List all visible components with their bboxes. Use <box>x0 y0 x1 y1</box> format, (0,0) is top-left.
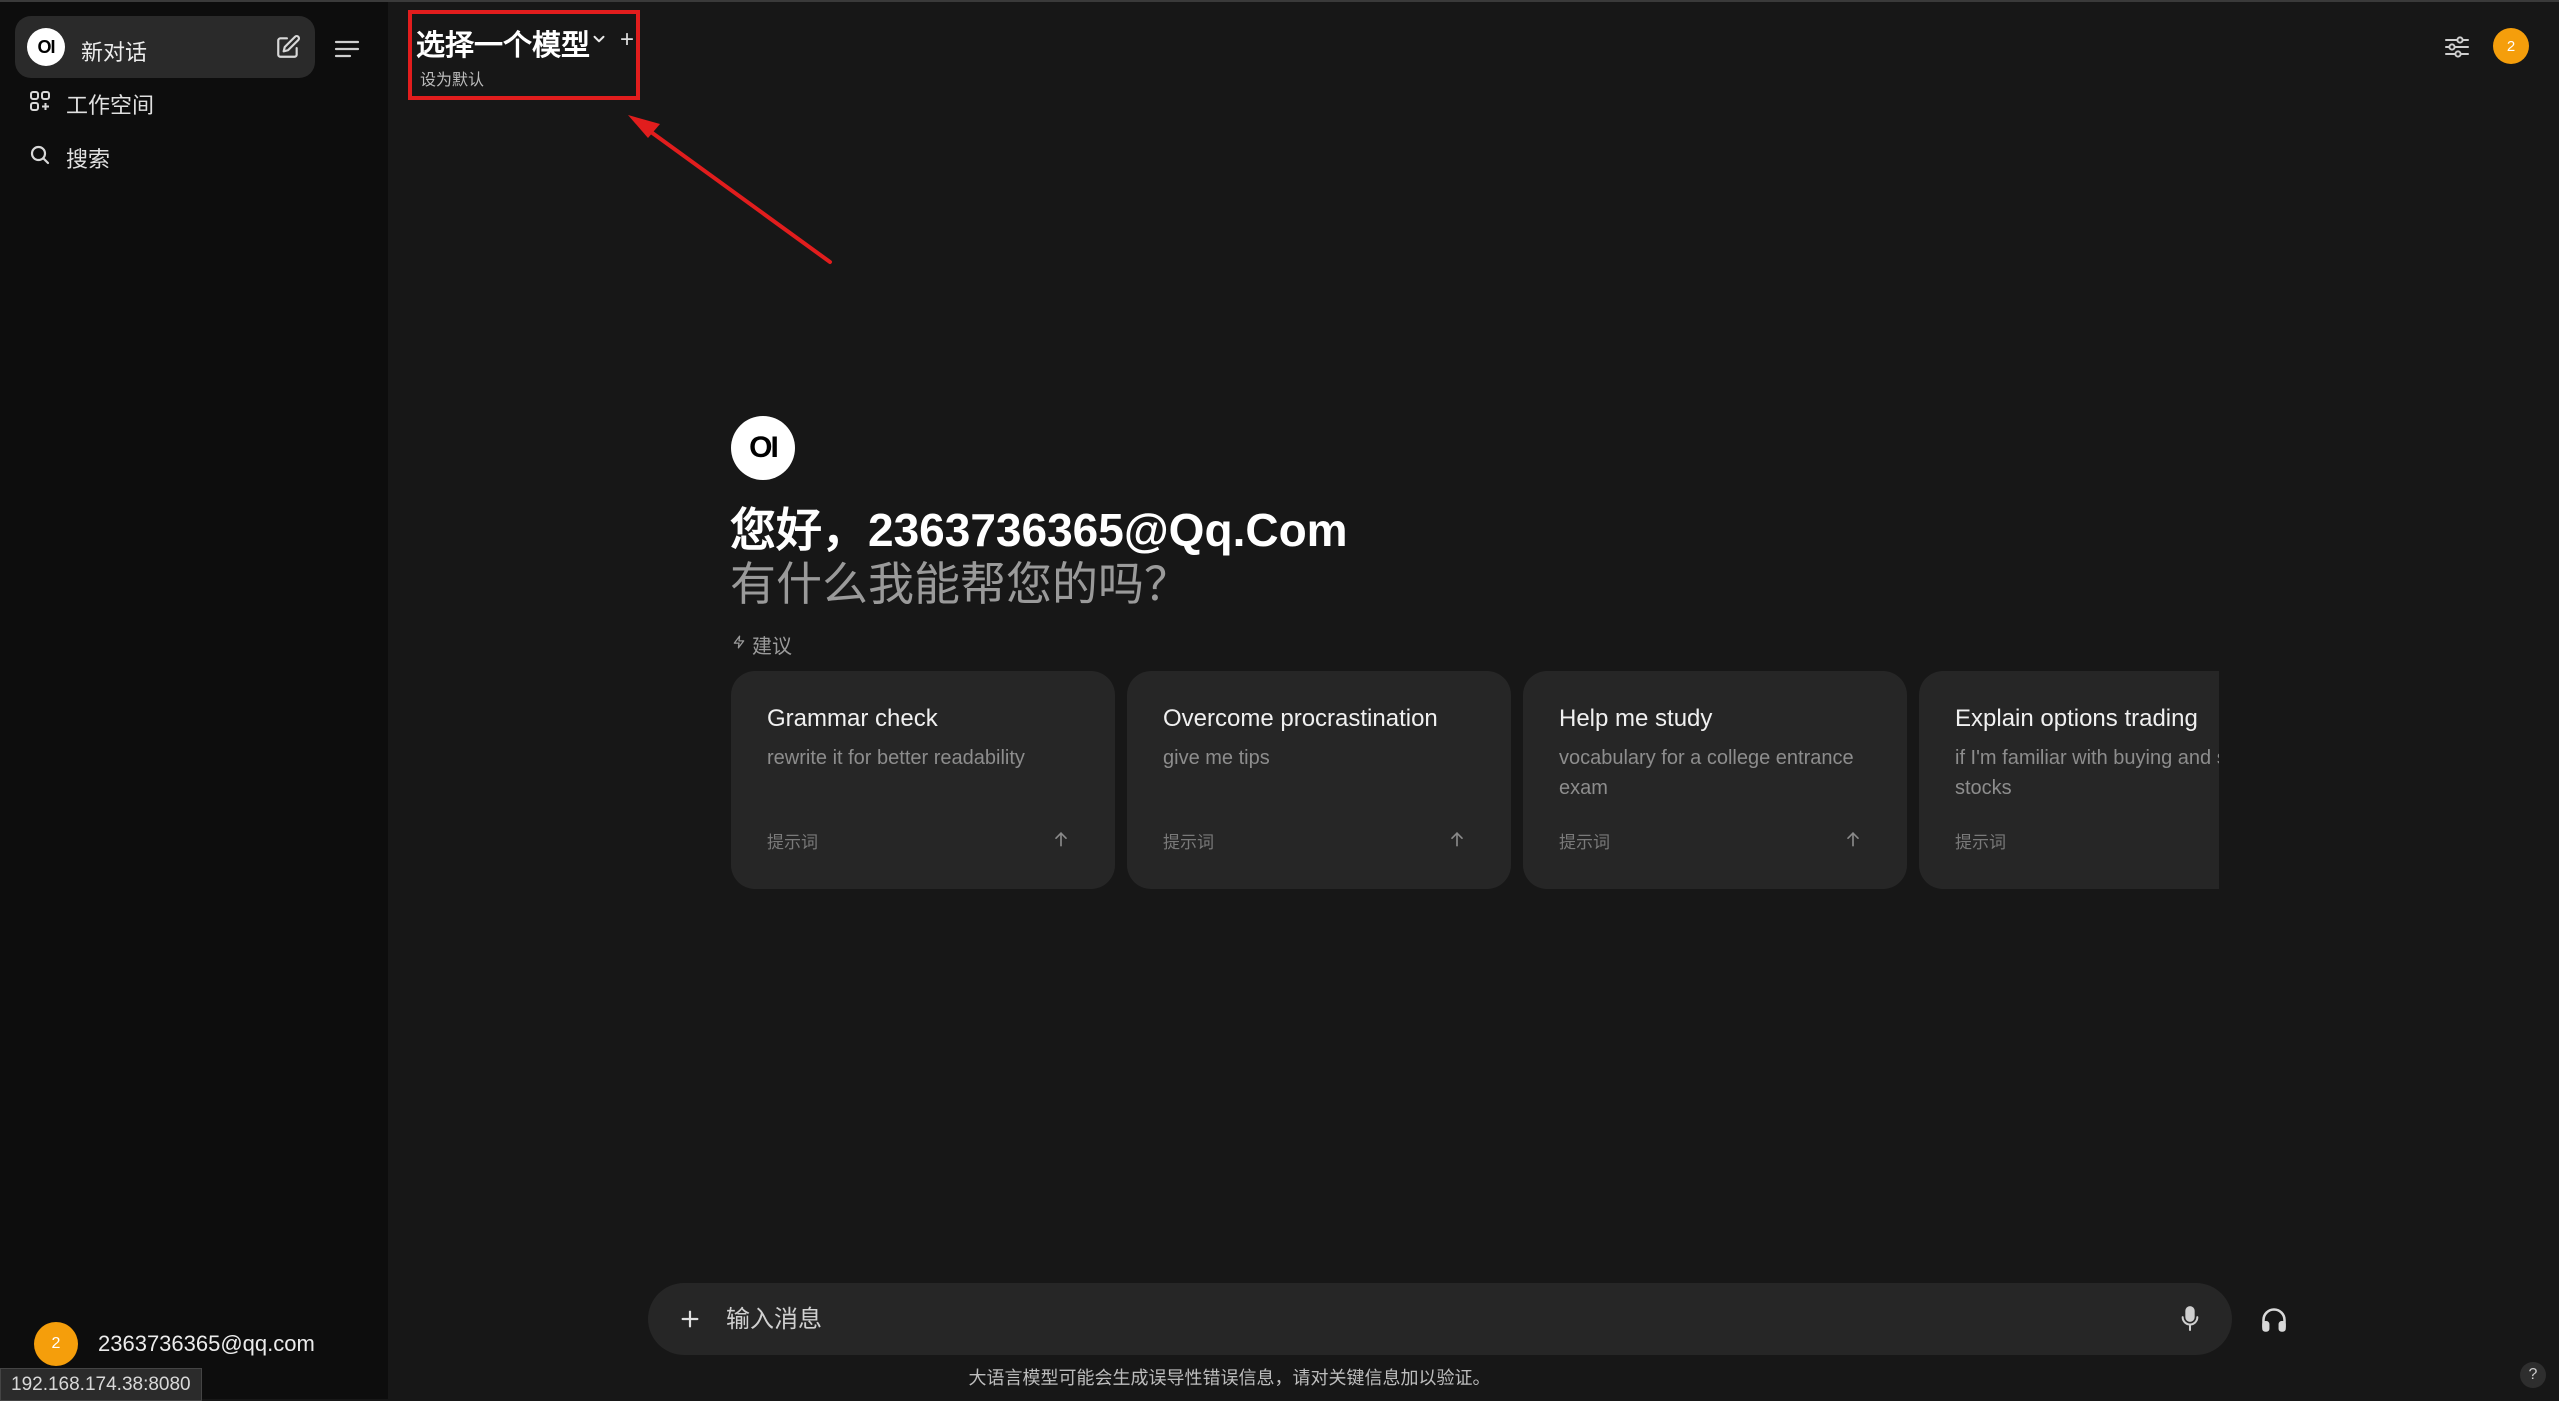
suggestion-title: Grammar check <box>767 705 938 732</box>
suggestion-card[interactable]: Overcome procrastination give me tips 提示… <box>1127 671 1511 889</box>
suggestion-card[interactable]: Help me study vocabulary for a college e… <box>1523 671 1907 889</box>
disclaimer-wrap: 大语言模型可能会生成误导性错误信息，请对关键信息加以验证。 <box>0 1364 2559 1390</box>
suggestion-subtitle: rewrite it for better readability <box>767 747 1025 769</box>
suggestion-tag: 提示词 <box>1955 833 2006 852</box>
suggestions-heading: 建议 <box>732 630 792 659</box>
sidebar-toggle-icon[interactable] <box>330 32 364 66</box>
greeting-subtitle: 有什么我能帮您的吗？ <box>730 558 1190 610</box>
app-logo: OI <box>27 28 65 66</box>
sidebar-item-label: 工作空间 <box>66 93 155 118</box>
search-icon <box>28 143 52 173</box>
suggestion-subtitle: if I'm familiar with buying and selling … <box>1955 747 2219 799</box>
headphones-icon[interactable] <box>2254 1300 2294 1340</box>
user-avatar-button[interactable]: 2 <box>2493 28 2529 64</box>
edit-icon[interactable] <box>273 32 303 62</box>
sidebar: OI 新对话 工作空间 搜索 2 2363736365@qq.com <box>0 2 388 1399</box>
model-selector[interactable]: 选择一个模型 <box>416 22 590 64</box>
chevron-down-icon[interactable] <box>590 30 608 53</box>
user-email: 2363736365@qq.com <box>98 1331 315 1356</box>
lightning-icon <box>732 633 746 656</box>
suggestion-card[interactable]: Grammar check rewrite it for better read… <box>731 671 1115 889</box>
message-composer <box>648 1283 2232 1355</box>
disclaimer-text: 大语言模型可能会生成误导性错误信息，请对关键信息加以验证。 <box>968 1368 1491 1388</box>
add-model-button[interactable]: + <box>620 26 634 54</box>
suggestion-subtitle: vocabulary for a college entrance exam <box>1559 747 1854 799</box>
arrow-up-icon <box>1447 828 1467 855</box>
suggestion-title: Overcome procrastination <box>1163 705 1438 732</box>
suggestion-title: Explain options trading <box>1955 705 2198 732</box>
microphone-icon[interactable] <box>2172 1301 2208 1337</box>
sidebar-item-search[interactable]: 搜索 <box>28 140 110 176</box>
sidebar-item-workspace[interactable]: 工作空间 <box>28 86 154 122</box>
suggestion-title: Help me study <box>1559 705 1713 732</box>
attach-plus-icon[interactable] <box>672 1301 708 1337</box>
suggestion-tag: 提示词 <box>1559 833 1610 852</box>
arrow-up-icon <box>1051 828 1071 855</box>
arrow-up-icon <box>1843 828 1863 855</box>
suggestion-tag: 提示词 <box>1163 833 1214 852</box>
sidebar-item-label: 搜索 <box>66 147 111 172</box>
help-button[interactable]: ? <box>2520 1362 2546 1388</box>
suggestion-cards: Grammar check rewrite it for better read… <box>731 671 2219 889</box>
avatar: 2 <box>34 1322 78 1366</box>
user-menu[interactable]: 2 2363736365@qq.com <box>34 1322 315 1366</box>
grid-plus-icon <box>28 89 52 119</box>
settings-sliders-icon[interactable] <box>2440 30 2474 64</box>
set-default-link[interactable]: 设为默认 <box>420 66 484 90</box>
new-chat-button[interactable]: OI 新对话 <box>15 16 315 78</box>
message-input[interactable] <box>724 1297 2108 1343</box>
suggestion-subtitle: give me tips <box>1163 747 1270 769</box>
suggestion-tag: 提示词 <box>767 833 818 852</box>
hero-logo: OI <box>731 416 795 480</box>
new-chat-label: 新对话 <box>81 40 148 65</box>
suggestion-card[interactable]: Explain options trading if I'm familiar … <box>1919 671 2219 889</box>
